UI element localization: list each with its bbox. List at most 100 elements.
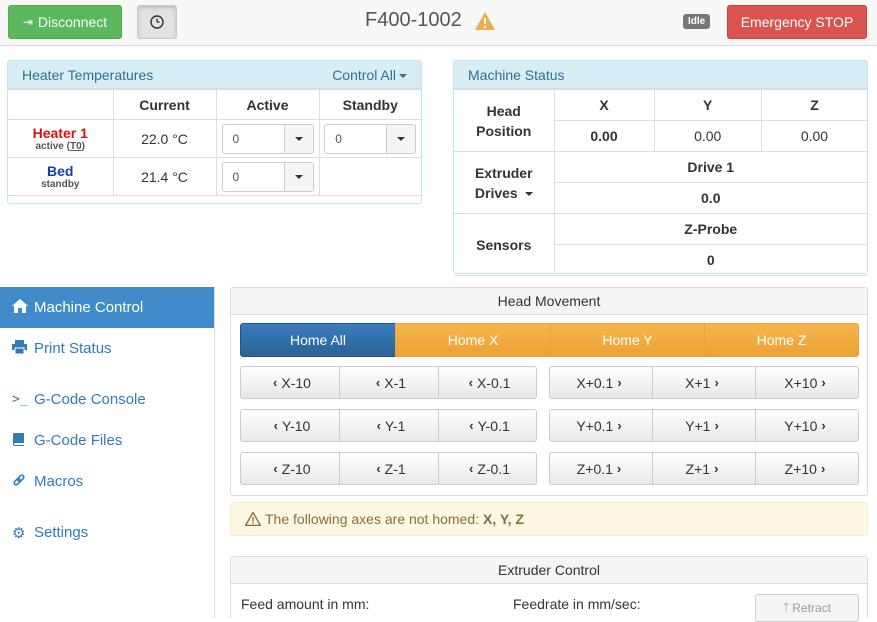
disconnect-button[interactable]: ⇥ Disconnect — [8, 5, 122, 39]
jog-label: Y-1 — [384, 417, 406, 434]
caret-down-icon[interactable] — [284, 124, 313, 153]
tool-t0-link[interactable]: T0 — [70, 141, 82, 152]
jog-z-plus-10-button[interactable]: Z+10 › — [755, 452, 859, 485]
jog-y-plus-1-button[interactable]: Y+1 › — [652, 409, 756, 442]
heater-col-blank — [8, 89, 114, 120]
axis-z-label: Z — [760, 89, 867, 121]
timer-toggle-button[interactable] — [137, 5, 177, 39]
link-icon — [12, 473, 34, 490]
jog-label: Y+10 — [784, 417, 818, 434]
print-icon — [12, 340, 34, 357]
position-y-value: 0.00 — [653, 120, 762, 152]
chevron-left-icon: ‹ — [468, 461, 474, 476]
heater-1-state-prefix: active ( — [35, 140, 70, 152]
heater-1-standby-value[interactable]: 0 — [325, 124, 388, 153]
caret-down-icon — [524, 191, 533, 196]
heater-1-active-input[interactable]: 0 — [221, 123, 314, 154]
z-probe-label: Z-Probe — [553, 213, 867, 245]
jog-y-minus-1-button[interactable]: ‹ Y-1 — [339, 409, 439, 442]
heater-panel-header: Heater Temperatures Control All — [8, 61, 421, 89]
feedrate-label: Feedrate in mm/sec: — [513, 596, 641, 612]
chevron-left-icon: ‹ — [273, 375, 278, 390]
warning-icon — [245, 512, 261, 526]
emergency-stop-button[interactable]: Emergency STOP — [727, 5, 867, 39]
sidebar-item-gcode-files[interactable]: G-Code Files — [0, 420, 214, 461]
chevron-right-icon: › — [820, 461, 826, 476]
jog-z-plus-1-button[interactable]: Z+1 › — [652, 452, 756, 485]
alert-text: The following axes are not homed: — [265, 511, 480, 527]
caret-down-icon[interactable] — [387, 124, 416, 153]
jog-label: Y-10 — [282, 417, 311, 434]
jog-x-plus-1-button[interactable]: X+1 › — [652, 366, 756, 399]
jog-x-minus-10-button[interactable]: ‹ X-10 — [240, 366, 340, 399]
head-movement-title: Head Movement — [231, 288, 867, 315]
jog-label: X+10 — [784, 374, 818, 391]
heater-row-bed: Bed standby 21.4 °C 0 — [8, 157, 421, 196]
jog-label: X+1 — [685, 374, 711, 391]
sidebar-item-gcode-console[interactable]: >_ G-Code Console — [0, 379, 214, 420]
home-all-button[interactable]: Home All — [240, 323, 396, 357]
jog-z-plus-0.1-button[interactable]: Z+0.1 › — [549, 452, 653, 485]
chevron-left-icon: ‹ — [468, 375, 473, 390]
console-icon: >_ — [12, 392, 28, 407]
files-icon — [12, 432, 34, 449]
jog-y-minus-0.1-button[interactable]: ‹ Y-0.1 — [438, 409, 537, 442]
bed-cell[interactable]: Bed standby — [8, 157, 114, 196]
jog-y-plus-10-button[interactable]: Y+10 › — [755, 409, 859, 442]
jog-z-minus-0.1-button[interactable]: ‹ Z-0.1 — [438, 452, 537, 485]
sidebar-item-machine-control[interactable]: Machine Control — [0, 287, 214, 328]
machine-status-panel: Machine Status Head Position X Y Z 0.00 … — [453, 60, 868, 276]
chevron-left-icon: ‹ — [469, 418, 474, 433]
jog-x-minus-1-button[interactable]: ‹ X-1 — [339, 366, 439, 399]
sidebar-item-print-status[interactable]: Print Status — [0, 328, 214, 369]
jog-z-minus-10-button[interactable]: ‹ Z-10 — [240, 452, 340, 485]
control-all-dropdown[interactable]: Control All — [332, 67, 407, 83]
heater-table: Current Active Standby Heater 1 active (… — [8, 89, 421, 196]
chevron-right-icon: › — [714, 375, 719, 390]
axis-y-label: Y — [653, 89, 762, 121]
jog-y-minus-10-button[interactable]: ‹ Y-10 — [240, 409, 340, 442]
jog-label: Y+1 — [685, 417, 711, 434]
not-homed-alert: The following axes are not homed: X, Y, … — [230, 502, 868, 536]
caret-down-icon — [399, 74, 407, 79]
chevron-right-icon: › — [617, 375, 622, 390]
jog-label: X+0.1 — [576, 374, 614, 391]
sidebar-item-label: G-Code Files — [34, 432, 123, 449]
heater-1-standby-cell: 0 — [318, 119, 421, 158]
jog-x-plus-0.1-button[interactable]: X+0.1 › — [549, 366, 653, 399]
jog-x-minus-0.1-button[interactable]: ‹ X-0.1 — [438, 366, 537, 399]
chevron-left-icon: ‹ — [273, 461, 278, 476]
heater-1-name: Heater 1 — [32, 124, 88, 141]
jog-y-plus-0.1-button[interactable]: Y+0.1 › — [549, 409, 653, 442]
chevron-left-icon: ‹ — [376, 418, 381, 433]
jog-label: Y+0.1 — [576, 417, 614, 434]
sidebar-item-settings[interactable]: ⚙ Settings — [0, 512, 214, 553]
home-x-button[interactable]: Home X — [395, 323, 551, 357]
jog-label: Z+0.1 — [576, 460, 613, 477]
gear-icon: ⚙ — [12, 524, 26, 542]
sidebar-item-label: Settings — [34, 524, 89, 541]
caret-down-icon[interactable] — [284, 162, 313, 191]
home-y-button[interactable]: Home Y — [550, 323, 705, 357]
sidebar-item-label: G-Code Console — [34, 391, 146, 408]
bed-active-value[interactable]: 0 — [223, 162, 285, 191]
bed-active-input[interactable]: 0 — [221, 161, 314, 192]
heater-1-standby-input[interactable]: 0 — [324, 123, 417, 154]
sidebar-item-label: Machine Control — [34, 299, 144, 316]
heater-row-1: Heater 1 active (T0) 22.0 °C 0 0 — [8, 119, 421, 158]
heater-1-cell[interactable]: Heater 1 active (T0) — [8, 119, 114, 158]
alert-axes: X, Y, Z — [483, 511, 524, 527]
machine-status-table: Head Position X Y Z 0.00 0.00 0.00 Extru… — [454, 89, 867, 276]
chevron-left-icon: ‹ — [273, 418, 279, 433]
heater-panel-title: Heater Temperatures — [22, 67, 154, 83]
home-icon — [12, 299, 34, 316]
jog-z-minus-1-button[interactable]: ‹ Z-1 — [339, 452, 439, 485]
sensors-label: Sensors — [454, 213, 555, 276]
jog-label: Z-0.1 — [477, 460, 511, 477]
heater-1-active-value[interactable]: 0 — [223, 124, 285, 153]
jog-x-plus-10-button[interactable]: X+10 › — [755, 366, 859, 399]
home-z-button[interactable]: Home Z — [704, 323, 859, 357]
sidebar-item-macros[interactable]: Macros — [0, 461, 214, 502]
extruder-control-panel: Extruder Control Feed amount in mm: Feed… — [230, 556, 868, 622]
extruder-drives-dropdown[interactable]: Extruder Drives — [454, 151, 555, 214]
